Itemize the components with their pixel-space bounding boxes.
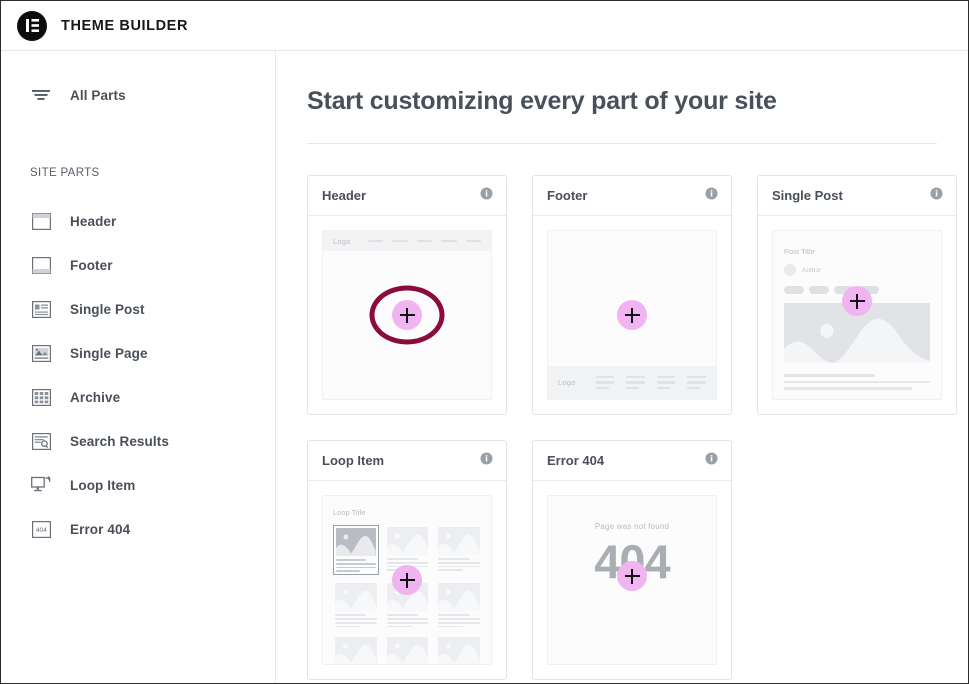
- error-404-icon: 404: [30, 518, 52, 540]
- card-title: Footer: [547, 188, 588, 203]
- nav-placeholder: [441, 239, 457, 243]
- sidebar-item-label: All Parts: [70, 87, 126, 103]
- loop-grid-cell: [385, 635, 431, 664]
- title-divider: [307, 143, 937, 144]
- sidebar-item-loop-item[interactable]: Loop Item: [1, 469, 275, 501]
- sidebar-item-archive[interactable]: Archive: [1, 381, 275, 413]
- info-circle-icon[interactable]: [480, 452, 493, 470]
- sidebar-item-header[interactable]: Header: [1, 205, 275, 237]
- sidebar-item-label: Footer: [70, 257, 113, 273]
- sidebar-item-single-post[interactable]: Single Post: [1, 293, 275, 325]
- card-header: Loop Item: [308, 441, 506, 481]
- elementor-logo-icon[interactable]: [17, 10, 47, 41]
- sidebar-item-error-404[interactable]: 404 Error 404: [1, 513, 275, 545]
- body-split: All Parts SITE PARTS Header Footer Singl…: [1, 51, 968, 683]
- card-title: Header: [322, 188, 367, 203]
- add-single-post-button[interactable]: [842, 286, 872, 317]
- card-preview[interactable]: Post Title Author: [758, 216, 956, 414]
- loop-grid-cell: [333, 581, 379, 629]
- nav-placeholder: [465, 239, 481, 243]
- mock-404-subtitle: Page was not found: [594, 522, 670, 531]
- part-card-single-post[interactable]: Single Post Post Title Author: [757, 175, 957, 415]
- nav-placeholder: [367, 239, 383, 243]
- page-title: Start customizing every part of your sit…: [307, 87, 777, 115]
- part-card-header[interactable]: Header Logo: [307, 175, 507, 415]
- svg-text:404: 404: [35, 527, 46, 534]
- add-header-button[interactable]: [392, 300, 422, 330]
- card-title: Error 404: [547, 453, 605, 468]
- app-title: THEME BUILDER: [61, 17, 189, 34]
- card-header: Single Post: [758, 176, 956, 216]
- header-layout-icon: [30, 210, 52, 232]
- card-header: Footer: [533, 176, 731, 216]
- footer-column: [656, 376, 676, 389]
- sidebar-item-label: Header: [70, 213, 117, 229]
- mock-logo-label: Logo: [333, 236, 351, 246]
- card-title: Loop Item: [322, 453, 385, 468]
- add-error-404-button[interactable]: [617, 561, 647, 592]
- card-title: Single Post: [772, 188, 843, 203]
- info-circle-icon[interactable]: [705, 187, 718, 205]
- sidebar: All Parts SITE PARTS Header Footer Singl…: [1, 51, 276, 683]
- sidebar-item-label: Search Results: [70, 433, 169, 449]
- card-preview[interactable]: Page was not found 404: [533, 481, 731, 679]
- single-post-icon: [30, 298, 52, 320]
- sidebar-item-all-parts[interactable]: All Parts: [1, 79, 275, 111]
- sidebar-item-footer[interactable]: Footer: [1, 249, 275, 281]
- filter-lines-icon: [30, 84, 52, 106]
- nav-placeholder: [392, 239, 408, 243]
- sidebar-item-search-results[interactable]: Search Results: [1, 425, 275, 457]
- card-preview[interactable]: Logo: [533, 216, 731, 414]
- footer-column: [687, 376, 706, 389]
- site-parts-card-grid: Header Logo Footer Logo Single Post Post…: [307, 175, 968, 680]
- sidebar-item-label: Archive: [70, 389, 121, 405]
- footer-column: [626, 376, 645, 389]
- info-circle-icon[interactable]: [705, 452, 718, 470]
- mock-post-title: Post Title: [784, 247, 815, 256]
- footer-layout-icon: [30, 254, 52, 276]
- loop-grid-cell: [436, 581, 482, 629]
- footer-column: [595, 376, 615, 389]
- sidebar-item-label: Error 404: [70, 521, 131, 537]
- part-card-error-404[interactable]: Error 404 Page was not found: [532, 440, 732, 680]
- add-loop-item-button[interactable]: [392, 565, 422, 595]
- single-page-icon: [30, 342, 52, 364]
- sidebar-item-single-page[interactable]: Single Page: [1, 337, 275, 369]
- loop-item-icon: [30, 474, 52, 496]
- sidebar-item-label: Single Post: [70, 301, 145, 317]
- mock-logo-label: Logo: [558, 378, 576, 387]
- mock-body-lines: [784, 374, 930, 390]
- info-circle-icon[interactable]: [930, 187, 943, 205]
- archive-grid-icon: [30, 386, 52, 408]
- nav-placeholder: [416, 239, 432, 243]
- card-header: Header: [308, 176, 506, 216]
- loop-grid-cell: [333, 525, 379, 576]
- app-topbar: THEME BUILDER: [1, 1, 968, 51]
- sidebar-item-label: Loop Item: [70, 477, 136, 493]
- sidebar-section-title: SITE PARTS: [30, 167, 100, 179]
- mock-navbar: Logo: [323, 231, 491, 251]
- mock-loop-grid: [333, 525, 482, 664]
- mock-author-row: Author: [784, 264, 930, 276]
- add-footer-button[interactable]: [617, 300, 647, 330]
- sidebar-item-label: Single Page: [70, 345, 148, 361]
- sidebar-parts-list: Header Footer Single Post Single Page Ar…: [1, 205, 275, 545]
- main-content: Start customizing every part of your sit…: [276, 51, 968, 683]
- mock-loop-title: Loop Title: [333, 508, 366, 517]
- mock-footer-bar: Logo: [548, 366, 716, 399]
- mock-author-label: Author: [802, 266, 822, 274]
- card-header: Error 404: [533, 441, 731, 481]
- theme-builder-window: THEME BUILDER All Parts SITE PARTS Heade…: [0, 0, 969, 684]
- part-card-loop-item[interactable]: Loop Item Loop Title: [307, 440, 507, 680]
- loop-grid-cell: [436, 635, 482, 664]
- loop-grid-cell: [436, 525, 482, 575]
- info-circle-icon[interactable]: [480, 187, 493, 205]
- part-card-footer[interactable]: Footer Logo: [532, 175, 732, 415]
- search-results-icon: [30, 430, 52, 452]
- card-preview[interactable]: Loop Title: [308, 481, 506, 679]
- avatar: [784, 264, 796, 276]
- card-preview[interactable]: Logo: [308, 216, 506, 414]
- loop-grid-cell: [333, 635, 379, 664]
